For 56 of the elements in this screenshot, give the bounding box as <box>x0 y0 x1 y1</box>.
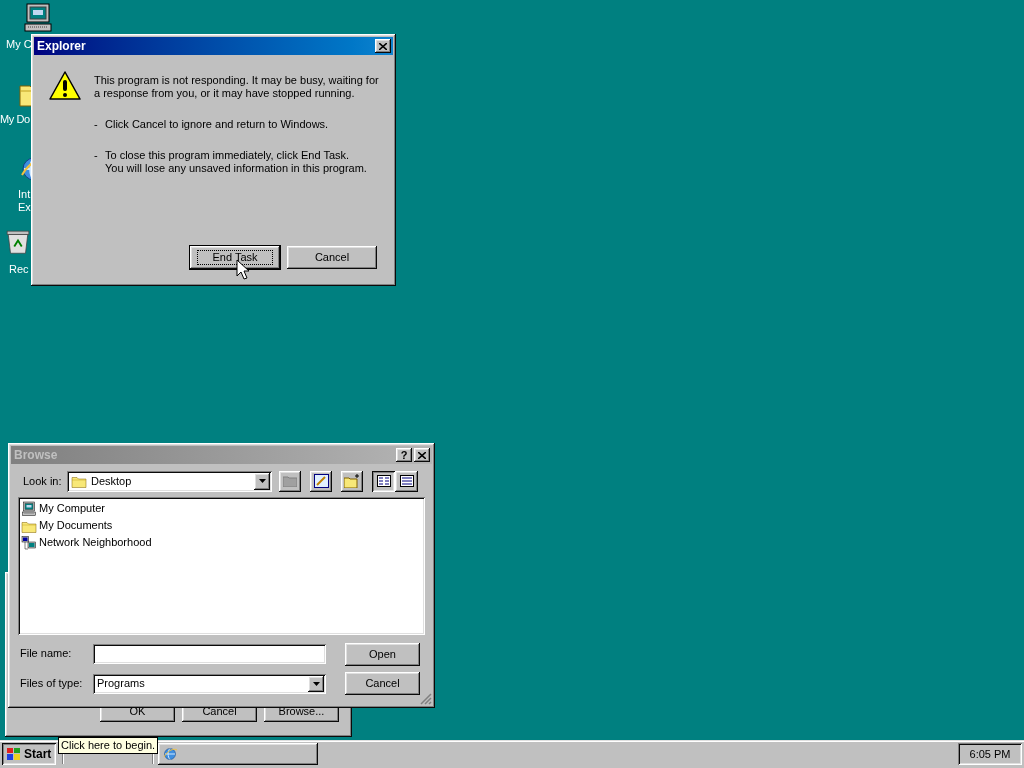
close-icon <box>379 42 387 50</box>
cancel-button[interactable]: Cancel <box>287 246 377 269</box>
close-icon <box>418 451 426 459</box>
close-button[interactable] <box>414 448 430 462</box>
globe-icon <box>162 746 178 762</box>
warning-icon <box>48 70 82 102</box>
file-type-label: Files of type: <box>20 676 84 692</box>
details-view-icon <box>399 475 414 487</box>
look-in-dropdown[interactable]: Desktop <box>67 470 272 492</box>
clock: 6:05 PM <box>969 746 1011 762</box>
instruction-text: You will lose any unsaved information in this program. <box>105 162 367 175</box>
taskbar-button[interactable] <box>158 743 318 765</box>
help-button[interactable]: ? <box>396 448 412 462</box>
message-text: This program is not responding. It may be busy, waiting for a response from you, or it may have stopped running. <box>94 74 380 100</box>
list-view-button[interactable] <box>372 470 395 492</box>
bullet-dash: - <box>94 149 99 163</box>
open-button[interactable]: Open <box>345 643 420 666</box>
mouse-pointer-icon <box>236 259 249 280</box>
up-folder-button[interactable] <box>279 470 301 492</box>
desktop-icon-label[interactable]: Ex <box>18 201 31 214</box>
file-list-item[interactable]: My Documents <box>21 517 422 534</box>
tooltip: Click here to begin. <box>58 737 159 754</box>
instruction-text: Click Cancel to ignore and return to Windows. <box>105 118 329 131</box>
dropdown-arrow-button[interactable] <box>308 675 324 692</box>
dropdown-value: Desktop <box>91 473 133 489</box>
network-computers-icon <box>21 534 37 551</box>
caret-icon <box>312 681 320 686</box>
file-name-field[interactable] <box>93 643 326 664</box>
desktop-icon-label[interactable]: My Do <box>0 113 30 126</box>
file-list-item[interactable]: Network Neighborhood <box>21 534 422 551</box>
desktop-icon-label[interactable]: Int <box>18 188 31 201</box>
windows-logo-icon <box>6 747 22 761</box>
desktop-button[interactable] <box>310 470 332 492</box>
look-in-label: Look in: <box>23 473 63 489</box>
resize-grip-icon <box>420 693 432 705</box>
start-button[interactable]: Start <box>2 743 56 765</box>
desktop-icon-label[interactable]: My C <box>6 38 32 51</box>
cancel-button[interactable]: Cancel <box>345 672 420 695</box>
computer-icon <box>21 500 37 517</box>
bullet-dash: - <box>94 118 99 131</box>
instruction-text: To close this program immediately, click End Task. <box>105 149 351 162</box>
file-name-label: File name: <box>20 646 73 662</box>
file-list-item[interactable]: My Computer <box>21 500 422 517</box>
folder-icon <box>283 475 297 487</box>
window-title: Browse <box>14 447 58 464</box>
list-view-icon <box>376 475 391 487</box>
close-button[interactable] <box>375 39 391 53</box>
caret-icon <box>258 479 266 483</box>
window-title: Explorer <box>37 38 86 55</box>
file-type-dropdown[interactable]: Programs <box>93 673 326 694</box>
new-folder-icon <box>344 474 360 488</box>
dropdown-arrow-button[interactable] <box>254 472 270 490</box>
details-view-button[interactable] <box>395 470 418 492</box>
end-task-button[interactable]: End Task <box>190 246 280 269</box>
new-folder-button[interactable] <box>341 470 363 492</box>
desktop-icon-label[interactable]: Rec <box>9 263 29 276</box>
